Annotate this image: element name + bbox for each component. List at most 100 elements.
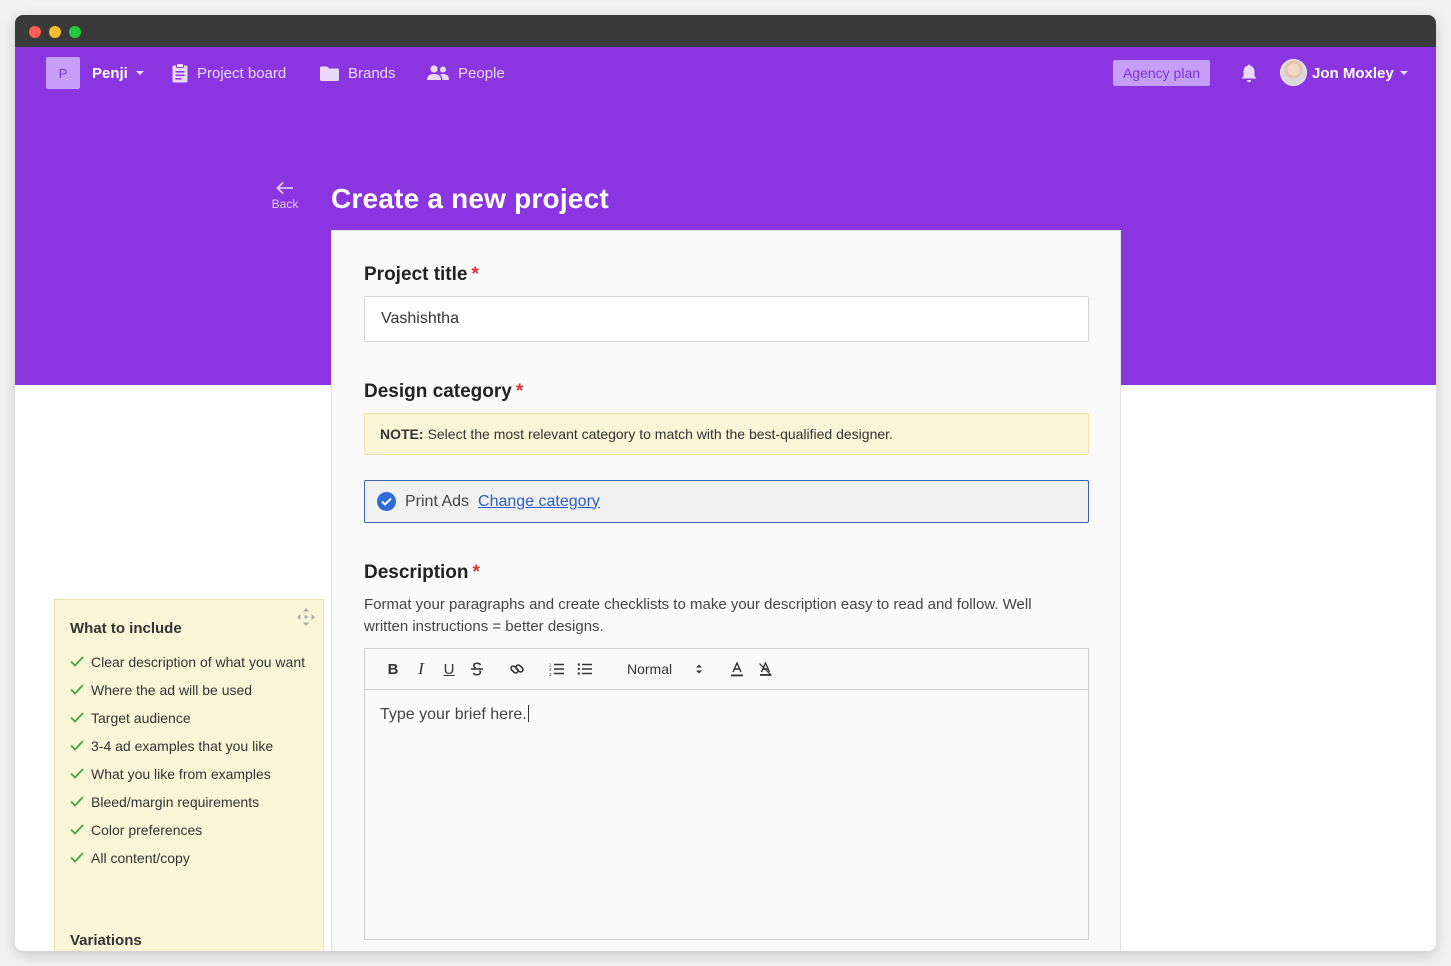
required-mark: *	[515, 381, 524, 402]
move-icon[interactable]	[296, 607, 316, 632]
description-help-text: Format your paragraphs and create checkl…	[364, 596, 1032, 635]
list-item: What you like from examples	[70, 764, 310, 784]
link-icon	[510, 664, 524, 674]
list-item: Where the ad will be used	[70, 680, 310, 700]
selected-category: Print Ads Change category	[364, 480, 1089, 523]
check-icon	[70, 768, 84, 779]
strikethrough-icon	[471, 662, 483, 676]
list-item-text: What you like from examples	[91, 766, 271, 782]
clear-formatting-button[interactable]	[751, 655, 779, 683]
description-editor: B I U 123 Normal Type your brief here.	[364, 648, 1089, 940]
nav-label: Project board	[197, 64, 287, 82]
list-item: 3-4 ad examples that you like	[70, 736, 310, 756]
page-title: Create a new project	[331, 183, 609, 214]
tips-sidebar: What to include Clear description of wha…	[54, 599, 324, 951]
nav-project-board[interactable]: Project board	[171, 47, 286, 99]
label-text: Design category	[364, 381, 512, 402]
check-icon	[70, 656, 84, 667]
select-arrows-icon	[696, 664, 702, 674]
nav-label: People	[458, 64, 505, 82]
nav-brands[interactable]: Brands	[319, 47, 396, 99]
people-icon	[426, 64, 450, 82]
numbered-list-icon: 123	[549, 663, 564, 676]
list-item-text: Color preferences	[91, 822, 203, 838]
nav-label: Brands	[348, 64, 396, 82]
design-category-label: Design category *	[364, 381, 523, 403]
clear-format-icon	[758, 661, 772, 676]
bullet-list-icon	[577, 663, 592, 675]
text-format-select[interactable]: Normal	[611, 655, 711, 683]
text-color-button[interactable]	[723, 655, 751, 683]
italic-button[interactable]: I	[407, 655, 435, 683]
check-icon	[70, 824, 84, 835]
agency-plan-button[interactable]: Agency plan	[1113, 60, 1210, 86]
editor-placeholder: Type your brief here.	[380, 706, 527, 723]
chevron-down-icon	[1399, 71, 1408, 75]
list-item: All content/copy	[70, 848, 310, 868]
check-icon	[70, 712, 84, 723]
browser-window: P Penji Project board Brands People Agen…	[15, 15, 1436, 951]
check-icon	[70, 684, 84, 695]
underline-button[interactable]: U	[435, 655, 463, 683]
maximize-window-button[interactable]	[69, 26, 81, 38]
check-icon	[70, 796, 84, 807]
chevron-down-icon	[135, 71, 144, 75]
check-icon	[70, 740, 84, 751]
ordered-list-button[interactable]: 123	[543, 655, 571, 683]
check-icon	[70, 852, 84, 863]
minimize-window-button[interactable]	[49, 26, 61, 38]
label-text: Project title	[364, 264, 468, 285]
list-item-text: Where the ad will be used	[91, 682, 253, 698]
project-title-input[interactable]: Vashishtha	[364, 296, 1089, 342]
required-mark: *	[472, 562, 480, 583]
text-color-icon	[731, 661, 743, 676]
selected-category-name: Print Ads	[405, 492, 470, 510]
bell-icon[interactable]	[1239, 63, 1259, 89]
bold-button[interactable]: B	[379, 655, 407, 683]
project-title-label: Project title *	[364, 264, 479, 286]
description-label: Description *	[364, 562, 480, 584]
editor-toolbar: B I U 123 Normal	[365, 649, 1088, 690]
check-circle-icon	[377, 492, 396, 511]
note-text: Select the most relevant category to mat…	[427, 426, 893, 442]
format-select-value: Normal	[627, 661, 673, 677]
user-menu[interactable]: Jon Moxley	[1312, 47, 1408, 99]
workspace-avatar: P	[46, 57, 80, 89]
sidebar-heading: What to include	[70, 620, 182, 637]
category-note: NOTE: Select the most relevant category …	[364, 413, 1089, 455]
text-cursor	[527, 705, 529, 722]
label-text: Description	[364, 562, 469, 583]
note-prefix: NOTE:	[380, 426, 424, 442]
back-label: Back	[271, 197, 299, 211]
variations-heading: Variations	[70, 932, 142, 949]
folder-icon	[319, 65, 340, 82]
project-form-card: Project title * Vashishtha Design categor…	[331, 230, 1121, 951]
close-window-button[interactable]	[29, 26, 41, 38]
list-item: Target audience	[70, 708, 310, 728]
list-item-text: Clear description of what you want	[91, 654, 305, 670]
window-titlebar	[15, 15, 1436, 47]
nav-people[interactable]: People	[426, 47, 505, 99]
svg-text:3: 3	[549, 672, 552, 676]
top-nav: P Penji Project board Brands People Agen…	[15, 47, 1436, 99]
list-item-text: Bleed/margin requirements	[91, 794, 260, 810]
required-mark: *	[471, 264, 479, 285]
clipboard-icon	[171, 63, 189, 83]
back-button[interactable]: Back	[265, 181, 305, 211]
editor-text-area[interactable]: Type your brief here.	[380, 705, 529, 724]
workspace-name: Penji	[92, 64, 128, 82]
list-item: Clear description of what you want	[70, 652, 310, 672]
arrow-left-icon	[276, 181, 293, 195]
list-item-text: Target audience	[91, 710, 191, 726]
list-item: Bleed/margin requirements	[70, 792, 310, 812]
bullet-list-button[interactable]	[571, 655, 599, 683]
list-item-text: 3-4 ad examples that you like	[91, 738, 274, 754]
change-category-link[interactable]: Change category	[478, 493, 600, 511]
strikethrough-button[interactable]	[463, 655, 491, 683]
checklist: Clear description of what you want Where…	[70, 652, 310, 876]
project-title-value: Vashishtha	[381, 310, 459, 327]
user-avatar[interactable]	[1280, 59, 1307, 86]
workspace-switcher[interactable]: P Penji	[46, 47, 144, 99]
list-item: Color preferences	[70, 820, 310, 840]
link-button[interactable]	[503, 655, 531, 683]
